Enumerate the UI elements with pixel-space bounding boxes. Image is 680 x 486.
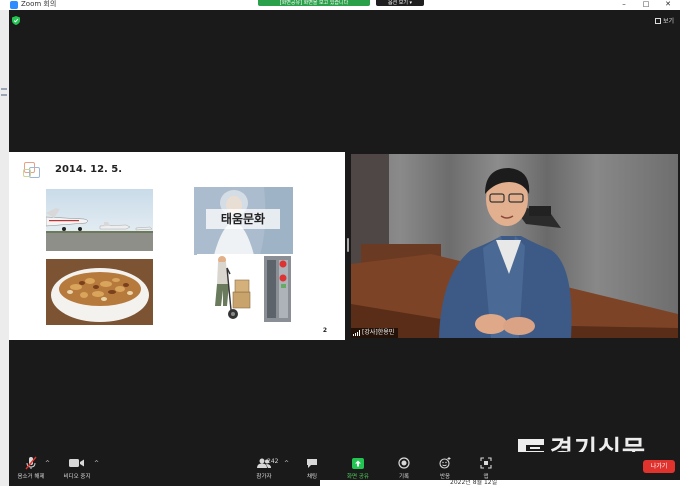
chat-bubble-icon: [307, 458, 317, 468]
maximize-button[interactable]: □: [636, 0, 656, 10]
participants-count: 242: [267, 458, 279, 465]
record-icon: [398, 457, 410, 469]
unmute-label: 음소거 해제: [17, 474, 45, 480]
grid-view-icon: [654, 17, 661, 24]
window-title: Zoom 회의: [21, 0, 57, 8]
close-button[interactable]: ✕: [658, 0, 678, 10]
title-bar: Zoom 회의 [화면공유] 화면을 보고 있습니다 옵션 보기 ▾ – □ ✕: [0, 0, 680, 10]
shared-screen-slide: 2014. 12. 5. 태움문화 2: [9, 152, 345, 340]
participant-name: [강사]한용민: [362, 329, 395, 336]
record-button[interactable]: 기록: [382, 456, 426, 480]
share-screen-icon: [352, 457, 364, 469]
background-window-mark: [1, 88, 7, 90]
view-button[interactable]: 보기: [654, 16, 674, 25]
video-camera-icon: [69, 459, 84, 467]
minimize-button[interactable]: –: [614, 0, 634, 10]
background-window-strip: [0, 10, 9, 486]
airplane-photo: [46, 189, 153, 251]
apps-icon: [480, 457, 492, 469]
signal-strength-icon: [353, 330, 360, 336]
microphone-muted-icon: [25, 456, 37, 470]
speaker-video-feed[interactable]: [강사]한용민: [351, 154, 678, 338]
panel-resize-handle[interactable]: [347, 238, 349, 252]
screen-share-banner[interactable]: [화면공유] 화면을 보고 있습니다: [258, 0, 370, 6]
background-document-text: 2022년 8월 12일: [450, 480, 498, 486]
reactions-button[interactable]: 반응: [423, 456, 467, 480]
participants-label: 참가자: [256, 474, 272, 480]
video-options-caret-icon[interactable]: ^: [94, 460, 99, 467]
slide-date: 2014. 12. 5.: [55, 164, 123, 175]
chat-button[interactable]: 채팅: [290, 456, 334, 480]
nuts-bowl-photo: [46, 259, 153, 325]
culture-caption: 태움문화: [206, 209, 280, 229]
participants-button[interactable]: 참가자: [242, 456, 286, 480]
zoom-app-icon: [10, 1, 18, 9]
slide-logo-square: [23, 169, 31, 177]
background-document-strip: 2022년 8월 12일: [320, 480, 680, 486]
view-options-button[interactable]: 옵션 보기 ▾: [376, 0, 424, 6]
slide-page-number: 2: [322, 327, 327, 334]
stop-video-button[interactable]: 비디오 중지: [55, 456, 99, 480]
speaker-video-image: [351, 154, 678, 338]
shield-check-icon[interactable]: [12, 16, 20, 25]
chat-label: 채팅: [306, 474, 318, 480]
share-screen-button[interactable]: 화면 공유: [336, 456, 380, 480]
hand-truck-illustration: [197, 254, 293, 324]
zoom-meeting-window: Zoom 회의 [화면공유] 화면을 보고 있습니다 옵션 보기 ▾ – □ ✕…: [0, 0, 680, 486]
smiley-plus-icon: [439, 457, 451, 469]
culture-illustration: 태움문화: [194, 187, 293, 255]
participants-options-caret-icon[interactable]: ^: [284, 460, 289, 467]
view-label: 보기: [662, 18, 674, 25]
apps-button[interactable]: 앱: [464, 456, 508, 480]
participant-name-tag: [강사]한용민: [351, 328, 399, 338]
stop-video-label: 비디오 중지: [63, 474, 91, 480]
background-window-mark: [1, 94, 7, 96]
leave-meeting-button[interactable]: 나가기: [643, 460, 675, 473]
audio-options-caret-icon[interactable]: ^: [45, 460, 50, 467]
